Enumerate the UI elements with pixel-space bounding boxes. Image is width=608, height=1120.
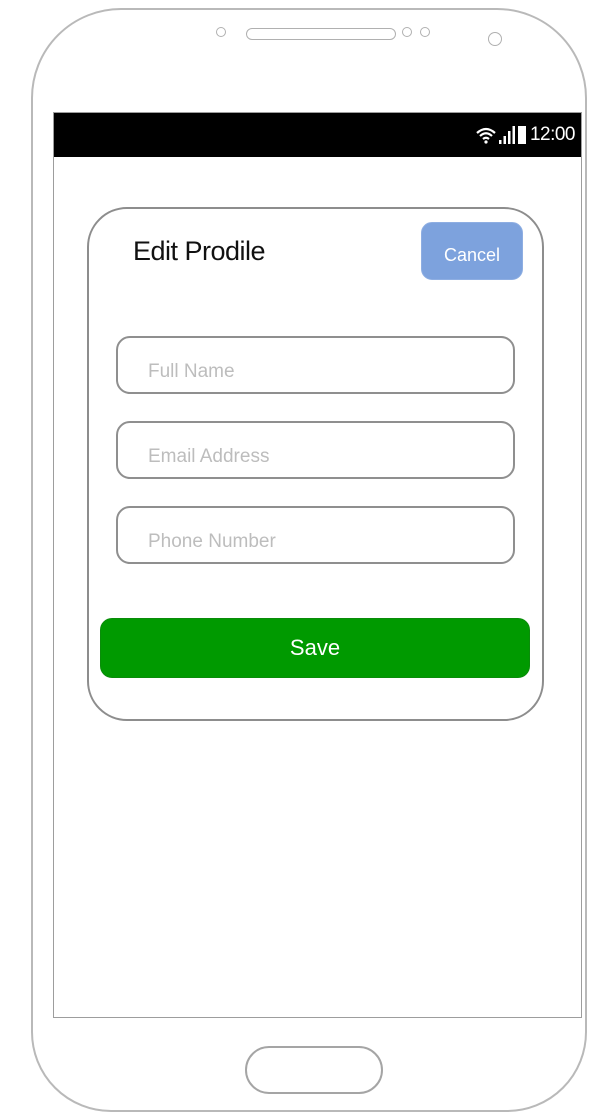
sensor-dot	[402, 27, 412, 37]
status-bar: 12:00	[54, 113, 581, 157]
battery-icon	[517, 126, 526, 144]
save-button[interactable]: Save	[100, 618, 530, 678]
sensor-dot	[420, 27, 430, 37]
full-name-input[interactable]	[146, 360, 510, 384]
phone-field[interactable]	[116, 506, 515, 564]
email-field[interactable]	[116, 421, 515, 479]
status-time: 12:00	[529, 124, 576, 145]
page-title: Edit Prodile	[133, 236, 266, 266]
front-sensor-dot	[216, 27, 226, 37]
home-button[interactable]	[245, 1046, 383, 1094]
email-input[interactable]	[146, 445, 510, 469]
front-camera	[488, 32, 502, 46]
cancel-button[interactable]: Cancel	[421, 222, 523, 280]
phone-input[interactable]	[146, 530, 510, 554]
full-name-field[interactable]	[116, 336, 515, 394]
wifi-icon	[476, 127, 496, 144]
signal-icon	[498, 126, 515, 144]
speaker-grill	[246, 28, 396, 40]
status-icons: 12:00	[475, 124, 576, 145]
